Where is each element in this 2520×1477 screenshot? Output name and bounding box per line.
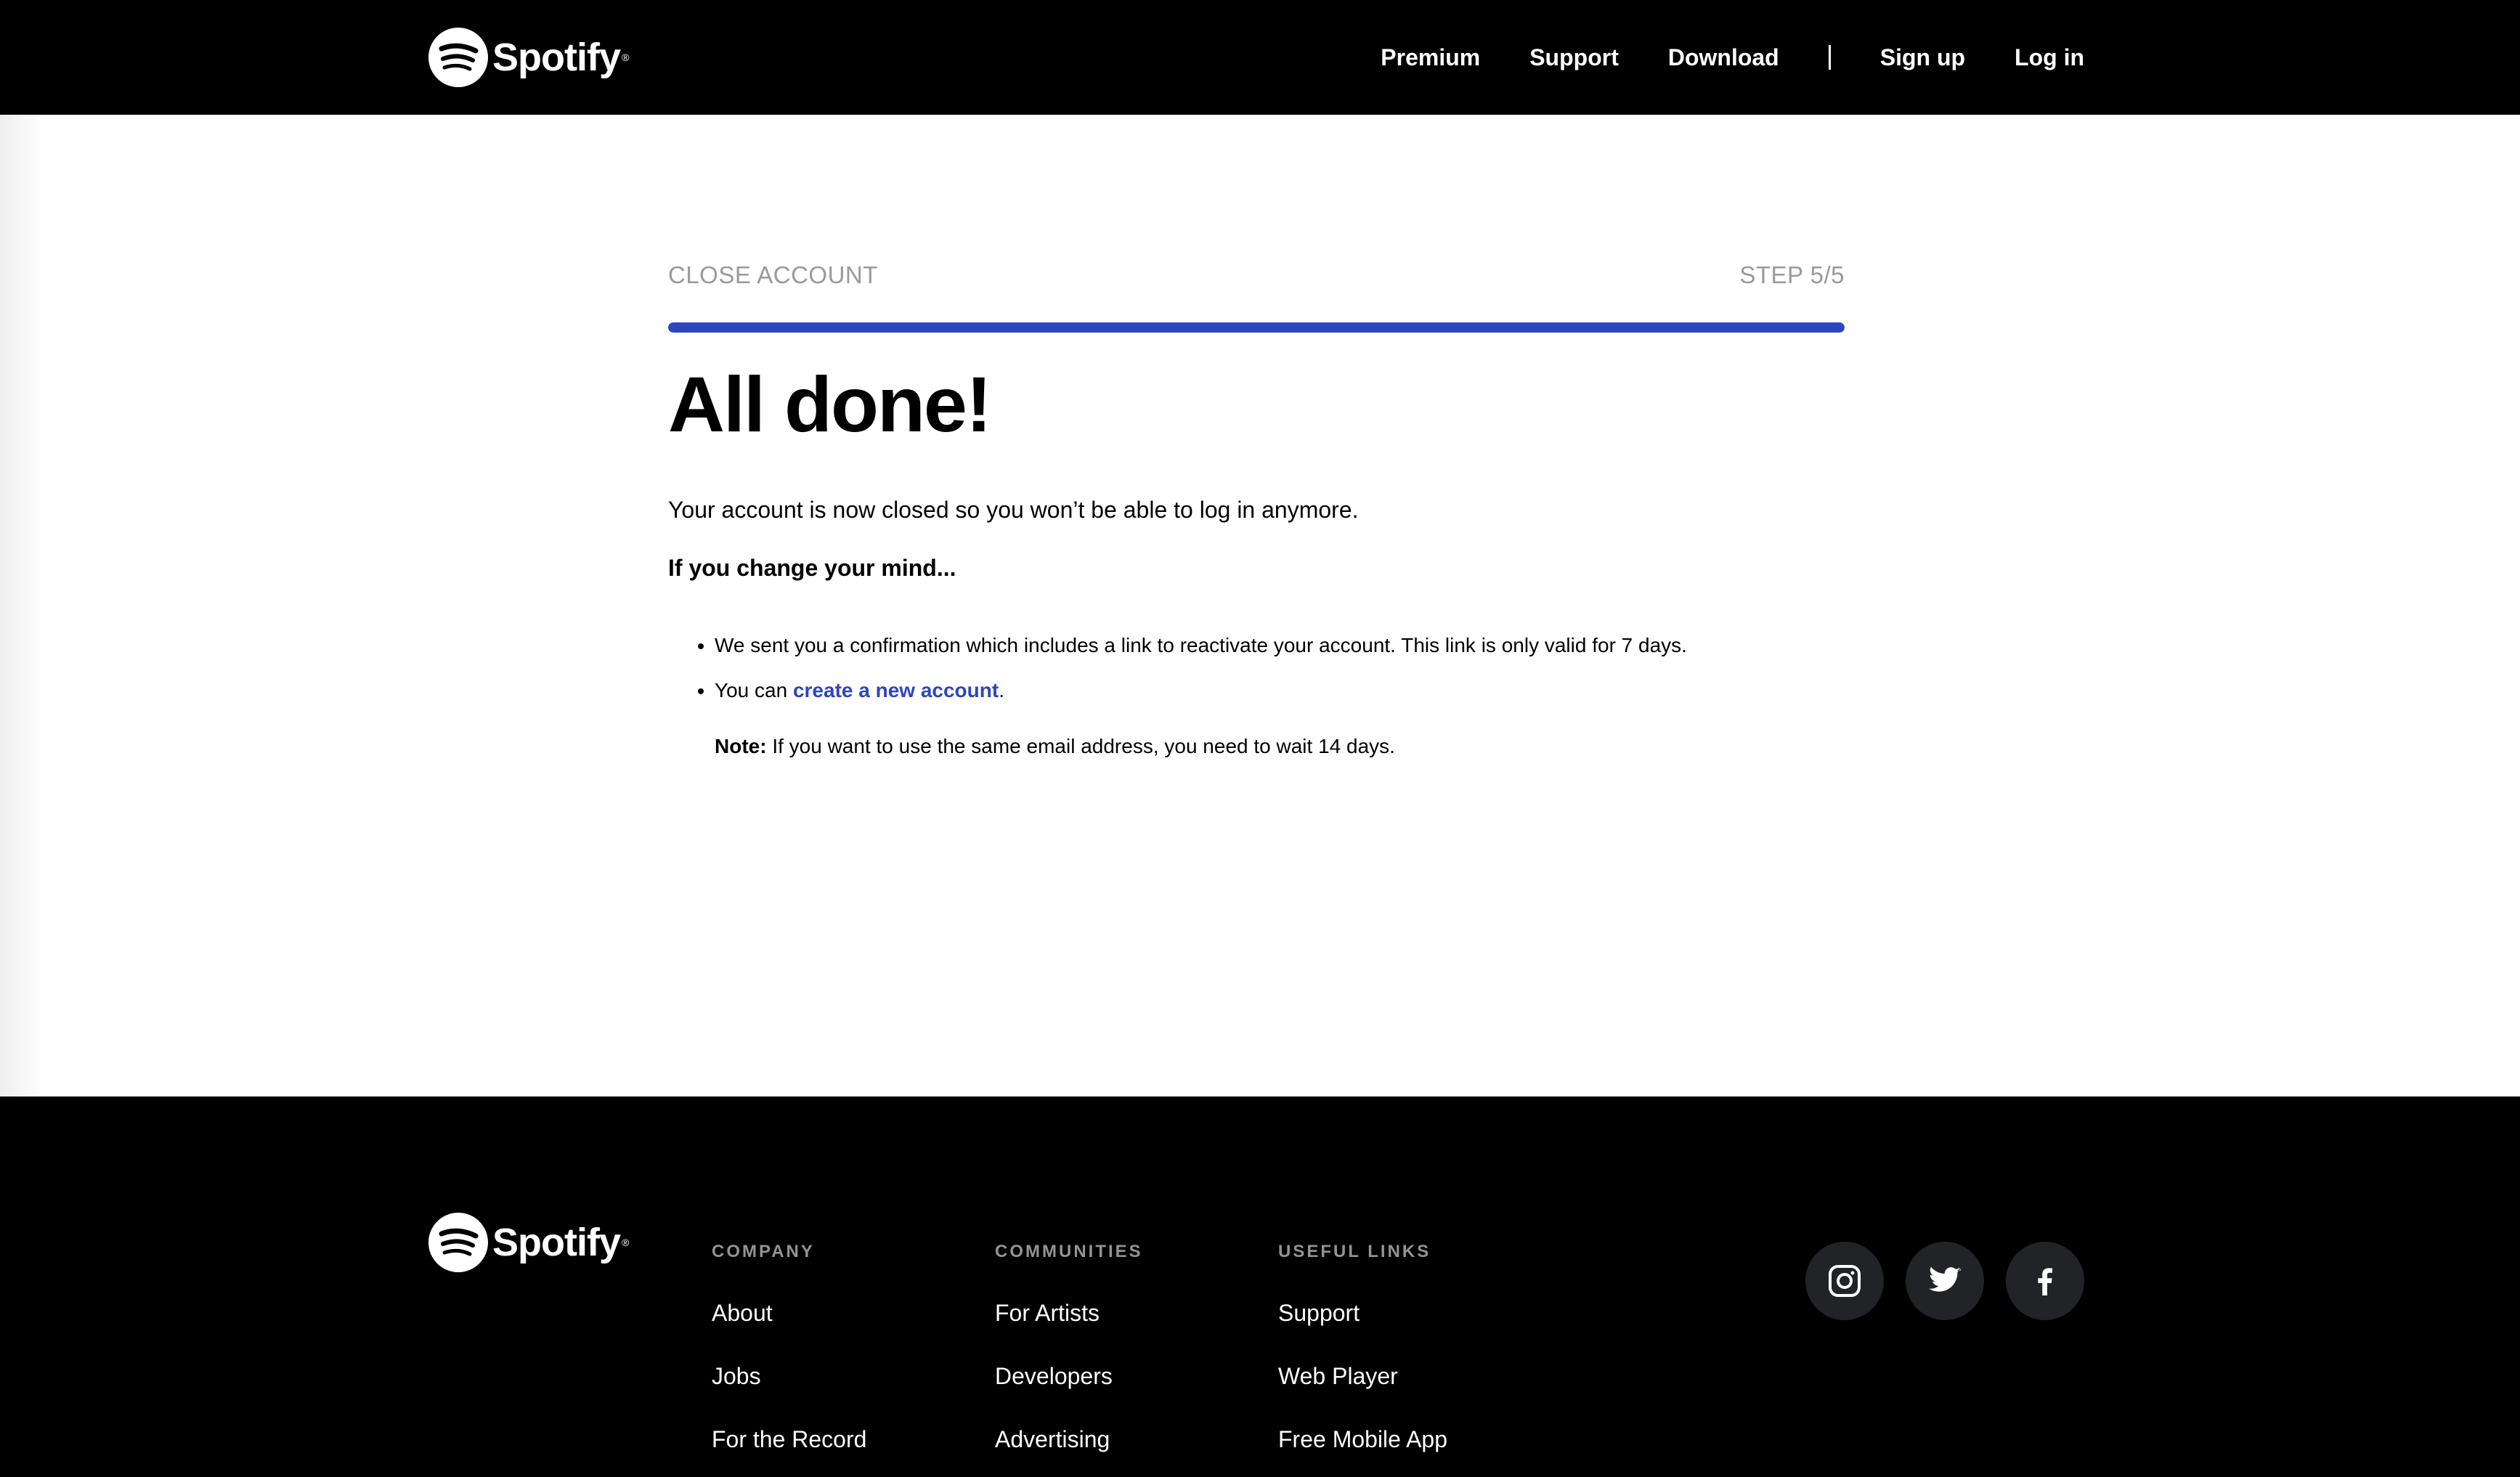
step-header: CLOSE ACCOUNT STEP 5/5: [668, 261, 1845, 289]
facebook-button[interactable]: [2006, 1242, 2084, 1320]
spotify-logo-icon: [428, 28, 488, 87]
nav-divider: [1828, 45, 1831, 70]
footer-free-mobile-app-link[interactable]: Free Mobile App: [1278, 1426, 1447, 1453]
footer-support-link[interactable]: Support: [1278, 1300, 1447, 1327]
note-text: If you want to use the same email addres…: [766, 735, 1395, 757]
note-label: Note:: [715, 735, 767, 757]
change-mind-heading: If you change your mind...: [668, 555, 956, 581]
footer-about-link[interactable]: About: [712, 1300, 866, 1327]
facebook-icon: [2038, 1268, 2052, 1295]
instagram-icon: [1829, 1265, 1861, 1297]
footer-advertising-link[interactable]: Advertising: [995, 1426, 1143, 1453]
twitter-button[interactable]: [1906, 1242, 1984, 1320]
spotify-logo-text: Spotify: [492, 36, 621, 79]
footer-jobs-link[interactable]: Jobs: [712, 1363, 866, 1390]
account-closed-message: Your account is now closed so you won’t …: [668, 497, 1359, 523]
spotify-logo-text: Spotify: [492, 1221, 621, 1264]
page-footer: Spotify ® COMPANY About Jobs For the Reco…: [0, 1096, 2520, 1477]
progress-bar-fill: [668, 322, 1845, 333]
left-edge-shade: [0, 115, 44, 1096]
info-list: We sent you a confirmation which include…: [668, 633, 1687, 723]
registered-mark: ®: [622, 52, 630, 63]
list-item: We sent you a confirmation which include…: [715, 633, 1687, 658]
footer-developers-link[interactable]: Developers: [995, 1363, 1143, 1390]
footer-communities-heading: COMMUNITIES: [995, 1242, 1143, 1261]
reactivation-info-text: We sent you a confirmation which include…: [715, 634, 1687, 656]
top-header: Spotify ® Premium Support Download Sign u…: [0, 0, 2520, 115]
registered-mark: ®: [622, 1237, 630, 1248]
header-nav: Premium Support Download Sign up Log in: [1381, 0, 2084, 115]
footer-useful-links-heading: USEFUL LINKS: [1278, 1242, 1431, 1261]
social-links: [1805, 1242, 2106, 1320]
footer-company-heading: COMPANY: [712, 1242, 815, 1261]
footer-for-artists-link[interactable]: For Artists: [995, 1300, 1143, 1327]
spotify-logo[interactable]: Spotify ®: [428, 28, 629, 87]
list-item: You can create a new account.: [715, 678, 1687, 703]
email-wait-note: Note: If you want to use the same email …: [715, 735, 1395, 758]
create-account-prefix: You can: [715, 678, 793, 701]
progress-bar: [668, 322, 1845, 333]
footer-useful-links-column: USEFUL LINKS Support Web Player Free Mob…: [1278, 1242, 1447, 1453]
footer-communities-column: COMMUNITIES For Artists Developers Adver…: [995, 1242, 1143, 1453]
step-counter: STEP 5/5: [1739, 261, 1845, 288]
nav-premium-link[interactable]: Premium: [1381, 44, 1480, 71]
footer-web-player-link[interactable]: Web Player: [1278, 1363, 1447, 1390]
create-account-suffix: .: [999, 678, 1004, 701]
twitter-icon: [1929, 1266, 1961, 1292]
nav-support-link[interactable]: Support: [1529, 44, 1619, 71]
spotify-logo-icon: [428, 1213, 488, 1272]
instagram-button[interactable]: [1805, 1242, 1884, 1320]
create-new-account-link[interactable]: create a new account: [793, 679, 999, 701]
step-label: CLOSE ACCOUNT: [668, 261, 878, 288]
nav-signup-link[interactable]: Sign up: [1880, 44, 1965, 71]
nav-download-link[interactable]: Download: [1668, 44, 1779, 71]
footer-spotify-logo[interactable]: Spotify ®: [428, 1213, 629, 1272]
nav-login-link[interactable]: Log in: [2015, 44, 2084, 71]
footer-company-column: COMPANY About Jobs For the Record: [712, 1242, 866, 1453]
footer-for-the-record-link[interactable]: For the Record: [712, 1426, 866, 1453]
page-title: All done!: [668, 360, 992, 448]
